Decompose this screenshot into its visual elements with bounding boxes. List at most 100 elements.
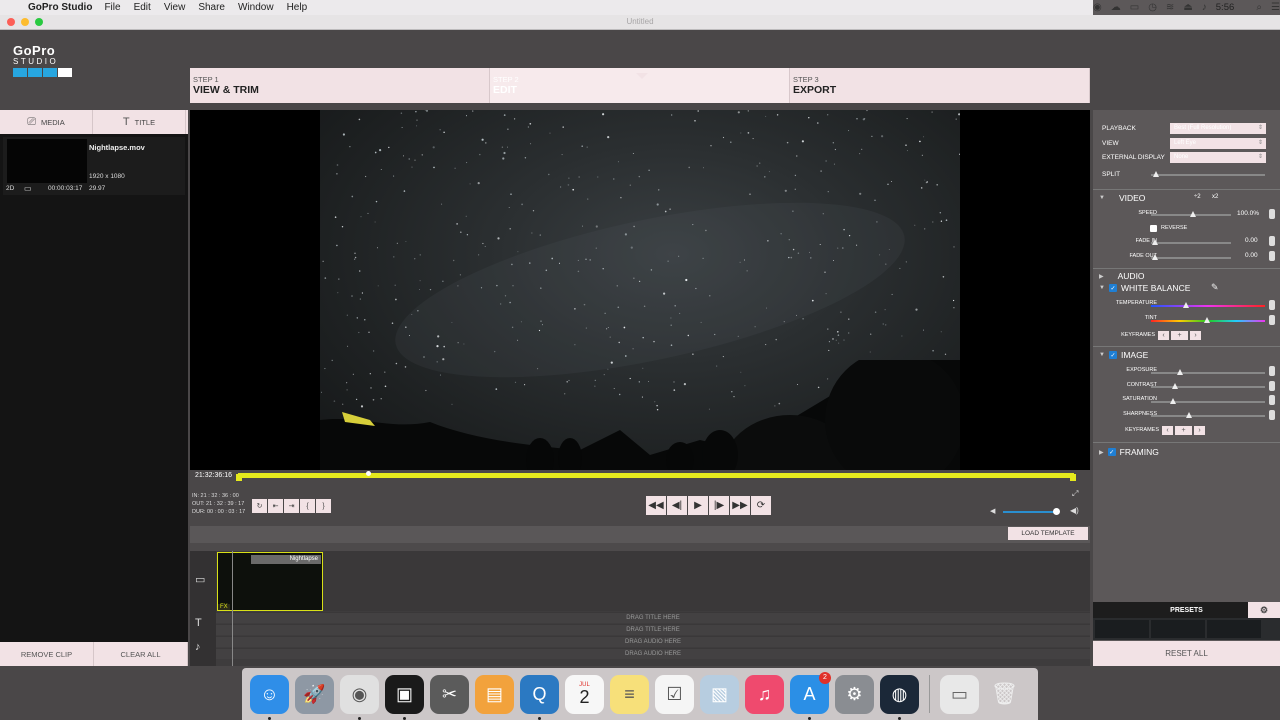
menu-share[interactable]: Share — [198, 2, 225, 13]
view-select[interactable]: Left Eye — [1170, 138, 1266, 149]
wb-prev-keyframe-button[interactable]: ‹ — [1158, 331, 1169, 340]
dock-launchpad-icon[interactable]: 🚀 — [295, 674, 334, 714]
loop-selection-button[interactable]: ↻ — [252, 499, 267, 513]
preset-thumbnails[interactable] — [1093, 618, 1280, 640]
dock-steam-icon[interactable]: ◍ — [880, 674, 919, 720]
dock-trash-icon[interactable]: 🗑 — [985, 675, 1024, 714]
media-clip-item[interactable]: Nightlapse.mov 1920 x 1080 2D ▭ 00:00:03… — [3, 137, 185, 195]
split-knob[interactable] — [1153, 171, 1159, 177]
saturation-knob[interactable] — [1170, 398, 1176, 404]
spotlight-icon[interactable]: ⌕ — [1256, 2, 1262, 13]
contrast-slider[interactable] — [1151, 386, 1265, 388]
dock-final-cut-icon[interactable]: ✂ — [430, 674, 469, 714]
fast-forward-button[interactable]: ▶▶ — [730, 496, 750, 515]
image-checkbox[interactable]: ✓ — [1108, 351, 1117, 359]
tint-knob[interactable] — [1204, 317, 1210, 323]
volume-knob[interactable] — [1053, 508, 1061, 515]
dock-chrome-icon[interactable]: ◉ — [340, 674, 379, 720]
sharpness-knob[interactable] — [1186, 412, 1192, 418]
step-forward-button[interactable]: |▶ — [709, 496, 729, 515]
wifi-icon[interactable]: ≋ — [1166, 2, 1174, 13]
image-prev-keyframe-button[interactable]: ‹ — [1162, 426, 1173, 435]
external-display-select[interactable]: None — [1170, 152, 1266, 163]
dock-quicktime-icon[interactable]: Q — [520, 674, 559, 720]
fade-out-value[interactable]: 0.00 — [1245, 252, 1258, 259]
audio-track-2[interactable]: DRAG AUDIO HERE — [216, 648, 1090, 659]
dock-ibooks-icon[interactable]: ▤ — [475, 674, 514, 714]
fx-label[interactable]: FX — [218, 604, 230, 610]
image-section-header[interactable]: ▼ ✓ IMAGE — [1099, 350, 1148, 360]
fade-out-knob[interactable] — [1152, 254, 1158, 260]
audio-track-1[interactable]: DRAG AUDIO HERE — [216, 636, 1090, 647]
fade-in-stepper[interactable] — [1269, 236, 1275, 246]
step-view-trim[interactable]: STEP 1 VIEW & TRIM — [190, 68, 490, 103]
fade-in-knob[interactable] — [1152, 239, 1158, 245]
dock-preview-icon[interactable]: ▧ — [700, 674, 739, 714]
exposure-slider[interactable] — [1151, 372, 1265, 374]
tint-stepper[interactable] — [1269, 315, 1275, 325]
load-template-button[interactable]: LOAD TEMPLATE — [1008, 527, 1088, 540]
fade-out-slider[interactable] — [1151, 257, 1231, 259]
title-track-1[interactable]: DRAG TITLE HERE — [216, 612, 1090, 623]
mark-in-button[interactable]: { — [300, 499, 315, 513]
audio-section-header[interactable]: ▶ AUDIO — [1099, 271, 1145, 281]
framing-section-header[interactable]: ▶ ✓ FRAMING — [1099, 447, 1159, 457]
wb-next-keyframe-button[interactable]: › — [1190, 331, 1201, 340]
menu-file[interactable]: File — [104, 2, 120, 13]
dock-calendar-icon[interactable]: JUL 2 — [565, 674, 604, 714]
dock-downloads-stack-icon[interactable]: ▭ — [940, 674, 979, 714]
video-track[interactable]: Nightlapse FX — [216, 551, 1090, 611]
step-back-button[interactable]: ◀| — [667, 496, 687, 515]
scrub-bar[interactable] — [238, 473, 1074, 478]
eject-icon[interactable]: ⏏ — [1183, 2, 1192, 13]
notification-center-icon[interactable]: ☰ — [1271, 2, 1280, 13]
temperature-knob[interactable] — [1183, 302, 1189, 308]
image-next-keyframe-button[interactable]: › — [1194, 426, 1205, 435]
tab-media[interactable]: ⎚ MEDIA — [0, 110, 93, 134]
white-balance-checkbox[interactable]: ✓ — [1108, 284, 1117, 292]
dock-app-store-icon[interactable]: A2 — [790, 671, 831, 720]
menu-view[interactable]: View — [164, 2, 186, 13]
reset-all-button[interactable]: RESET ALL — [1093, 641, 1280, 666]
step-export[interactable]: STEP 3 EXPORT — [790, 68, 1090, 103]
timemachine-icon[interactable]: ◷ — [1148, 2, 1157, 13]
dock-reminders-icon[interactable]: ☑ — [655, 674, 694, 714]
title-track-2[interactable]: DRAG TITLE HERE — [216, 624, 1090, 635]
fullscreen-icon[interactable]: ⤢ — [1072, 489, 1078, 499]
fade-in-slider[interactable] — [1151, 242, 1231, 244]
menu-edit[interactable]: Edit — [134, 2, 151, 13]
dock-finder-icon[interactable]: ☺ — [250, 674, 289, 720]
volume-icon[interactable]: ♪ — [1202, 2, 1207, 13]
image-add-keyframe-button[interactable]: + — [1175, 426, 1192, 435]
saturation-stepper[interactable] — [1269, 395, 1275, 405]
fade-out-stepper[interactable] — [1269, 251, 1275, 261]
split-slider[interactable] — [1151, 174, 1265, 176]
framing-checkbox[interactable]: ✓ — [1107, 448, 1116, 456]
exposure-stepper[interactable] — [1269, 366, 1275, 376]
playhead-knob[interactable] — [365, 471, 371, 476]
exposure-knob[interactable] — [1177, 369, 1183, 375]
remove-clip-button[interactable]: REMOVE CLIP — [0, 642, 94, 666]
eyedropper-icon[interactable]: ✎ — [1211, 282, 1219, 293]
menu-app-name[interactable]: GoPro Studio — [28, 2, 92, 13]
reverse-checkbox[interactable] — [1150, 225, 1157, 232]
rewind-button[interactable]: ◀◀ — [646, 496, 666, 515]
menu-help[interactable]: Help — [287, 2, 308, 13]
timeline-ruler[interactable] — [190, 543, 1090, 551]
temperature-slider[interactable] — [1151, 305, 1265, 307]
playback-select[interactable]: Best (Full Resolution) — [1170, 123, 1266, 134]
cloud-icon[interactable]: ☁ — [1111, 2, 1121, 13]
play-button[interactable]: ▶ — [688, 496, 708, 515]
go-to-in-button[interactable]: ⇤ — [268, 499, 283, 513]
contrast-knob[interactable] — [1172, 383, 1178, 389]
record-icon[interactable]: ◉ — [1093, 2, 1102, 13]
sharpness-slider[interactable] — [1151, 415, 1265, 417]
go-to-out-button[interactable]: ⇥ — [284, 499, 299, 513]
airplay-icon[interactable]: ▭ — [1130, 2, 1139, 13]
white-balance-section-header[interactable]: ▼ ✓ WHITE BALANCE — [1099, 283, 1190, 293]
speed-stepper[interactable] — [1269, 209, 1275, 219]
video-section-header[interactable]: ▼ VIDEO — [1099, 193, 1145, 203]
in-point-handle[interactable] — [236, 474, 242, 481]
dock-notes-icon[interactable]: ≡ — [610, 674, 649, 714]
wb-add-keyframe-button[interactable]: + — [1171, 331, 1188, 340]
